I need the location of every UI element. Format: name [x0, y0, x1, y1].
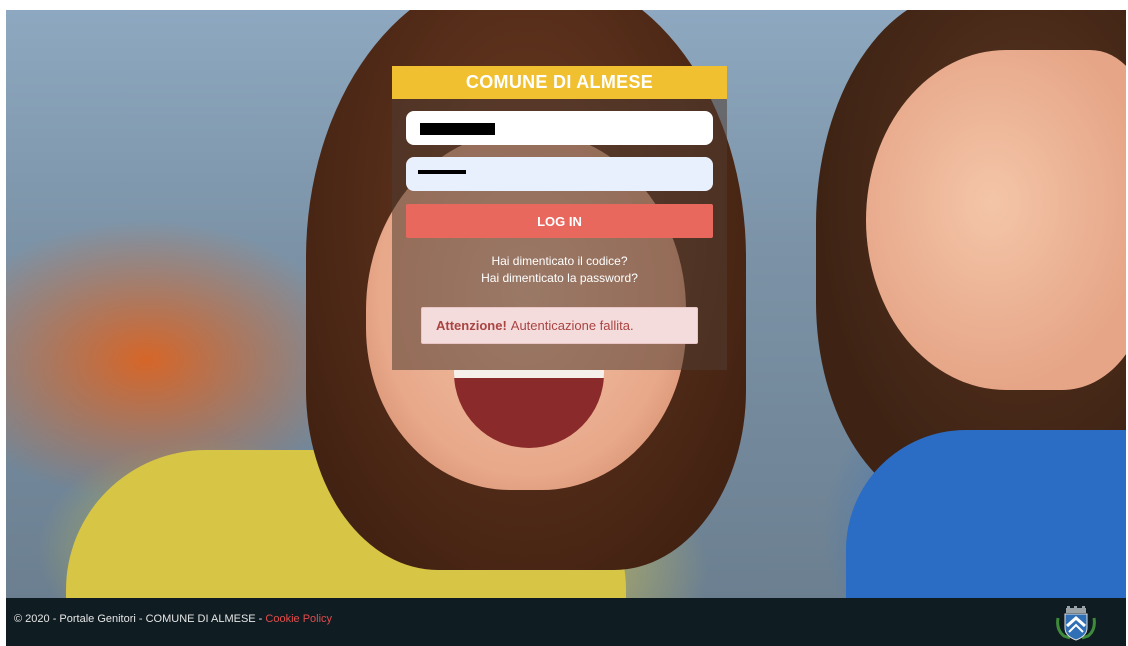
auth-error-alert: Attenzione! Autenticazione fallita. — [421, 307, 698, 344]
password-field[interactable] — [406, 157, 713, 191]
cookie-policy-link[interactable]: Cookie Policy — [265, 613, 332, 625]
alert-title: Attenzione! — [436, 318, 507, 333]
forgot-password-link[interactable]: Hai dimenticato la password? — [392, 271, 727, 285]
panel-title: COMUNE DI ALMESE — [392, 66, 727, 99]
redacted-username — [420, 123, 495, 135]
municipal-crest-icon — [1056, 606, 1096, 641]
footer-text: © 2020 - Portale Genitori - COMUNE DI AL… — [14, 613, 332, 625]
footer: © 2020 - Portale Genitori - COMUNE DI AL… — [6, 598, 1126, 646]
login-button[interactable]: LOG IN — [406, 204, 713, 238]
alert-message: Autenticazione fallita. — [510, 318, 634, 333]
forgot-code-link[interactable]: Hai dimenticato il codice? — [392, 254, 727, 268]
redacted-password — [418, 170, 466, 174]
footer-copyright: © 2020 - Portale Genitori - COMUNE DI AL… — [14, 613, 266, 625]
login-panel: COMUNE DI ALMESE LOG IN Hai dimenticato … — [392, 66, 727, 370]
